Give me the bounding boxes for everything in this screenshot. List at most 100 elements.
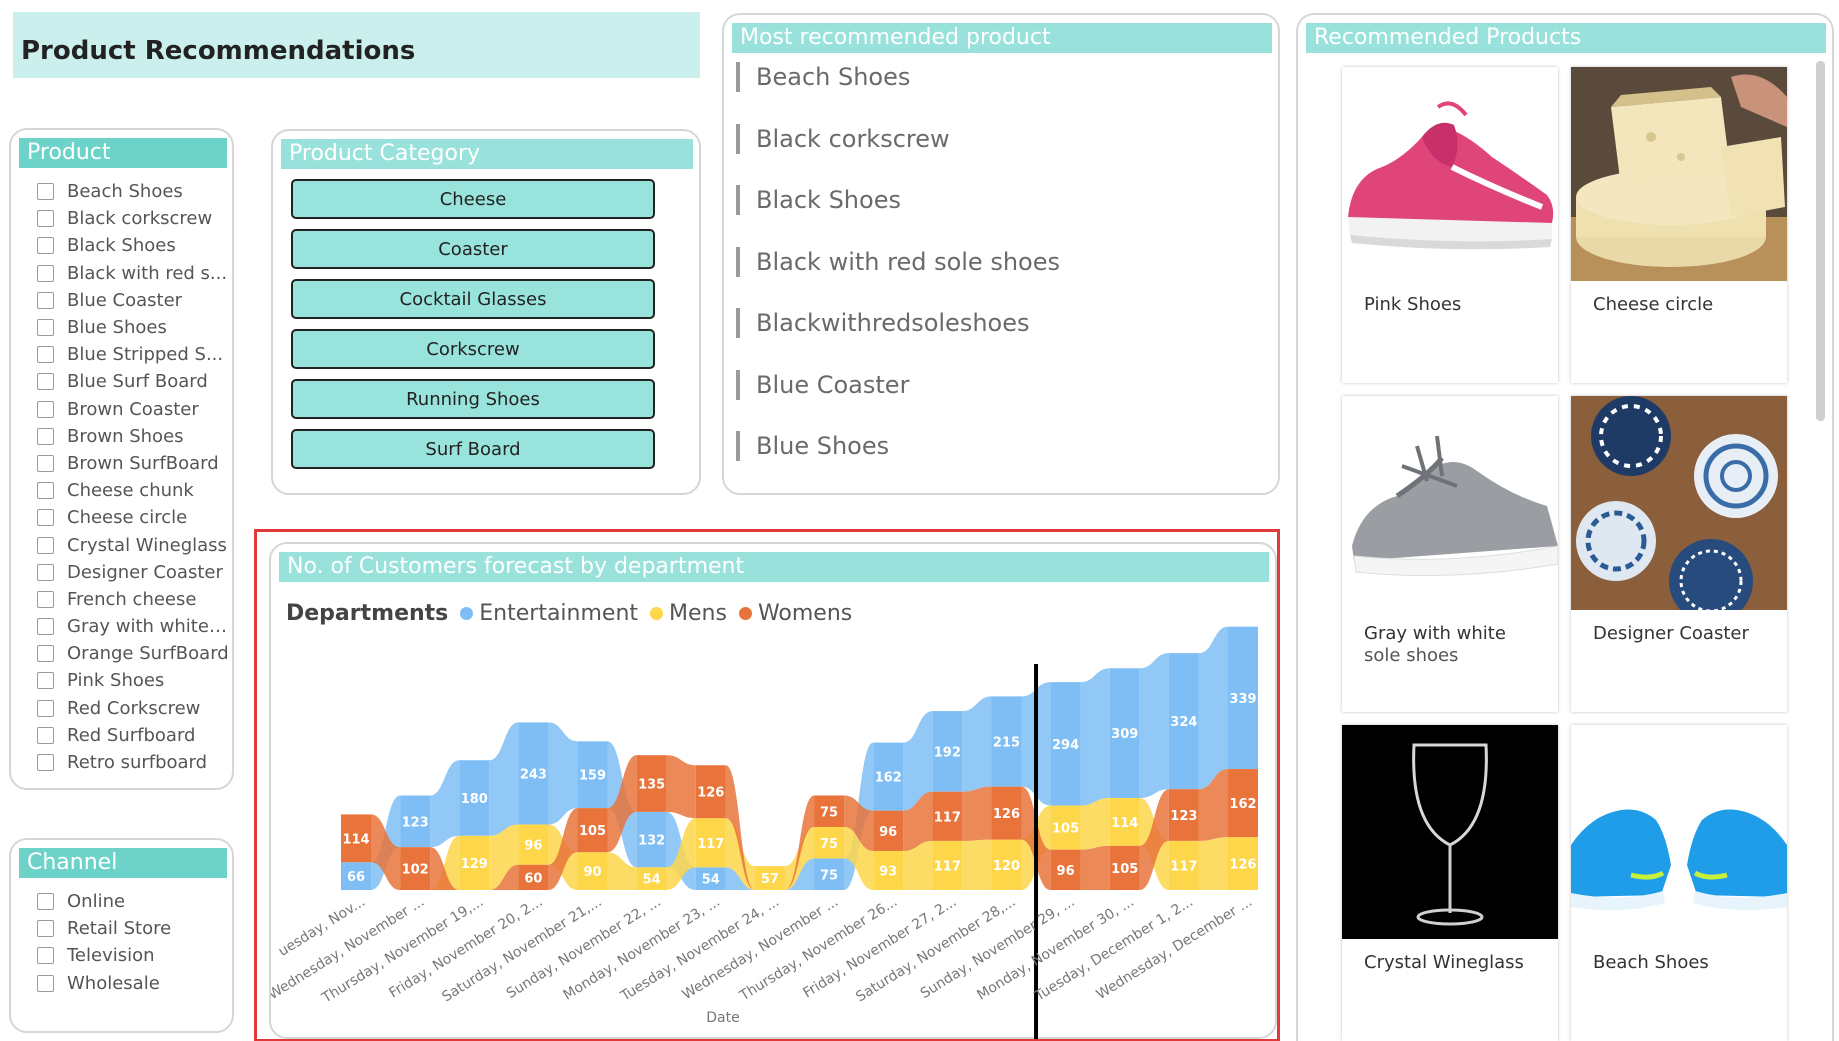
product-slicer-item[interactable]: Red Surfboard [37,722,229,749]
checkbox-icon[interactable] [37,974,54,992]
checkbox-icon[interactable] [37,672,54,690]
product-slicer-item[interactable]: Brown Shoes [37,423,229,450]
product-slicer-item[interactable]: Blue Stripped S... [37,341,229,368]
data-label: 294 [1052,738,1079,753]
product-slicer-item[interactable]: Brown Coaster [37,396,229,423]
checkbox-icon[interactable] [37,645,54,663]
checkbox-icon[interactable] [37,947,54,965]
ribbon-mens-12[interactable] [1080,798,1110,850]
slicer-item-label: French cheese [67,588,197,610]
customers-forecast-chart[interactable]: No. of Customers forecast by department … [269,542,1277,1039]
product-slicer-item[interactable]: Black corkscrew [37,205,229,232]
ribbon-entertainment-13[interactable] [1139,653,1169,799]
category-button[interactable]: Corkscrew [291,329,655,369]
data-label: 129 [461,857,488,872]
product-slicer-item[interactable]: Blue Coaster [37,287,229,314]
recommended-products-header: Recommended Products [1306,23,1826,53]
data-label: 105 [1052,822,1079,837]
ribbon-womens-10[interactable] [962,786,992,841]
product-card-beach-shoes[interactable]: Beach Shoes [1571,725,1787,1041]
product-slicer-item[interactable]: Cheese chunk [37,477,229,504]
most-recommended-item[interactable]: Beach Shoes [736,62,910,92]
product-slicer-item[interactable]: Black with red s... [37,260,229,287]
ribbon-mens-10[interactable] [962,839,992,890]
checkbox-icon[interactable] [37,346,54,364]
checkbox-icon[interactable] [37,183,54,201]
product-card-cheese-circle[interactable]: Cheese circle [1571,67,1787,383]
most-recommended-item[interactable]: Black with red sole shoes [736,246,1060,277]
data-label: 117 [697,837,724,852]
checkbox-icon[interactable] [37,210,54,228]
checkbox-icon[interactable] [37,920,54,938]
data-label: 96 [1057,864,1075,879]
ribbon-entertainment-14[interactable] [1198,626,1228,790]
category-button[interactable]: Coaster [291,229,655,269]
product-slicer-list[interactable]: Beach Shoes Black corkscrew Black Shoes Bla… [37,178,229,778]
ribbon-entertainment-12[interactable] [1080,668,1110,806]
product-slicer-item[interactable]: Beach Shoes [37,178,229,205]
checkbox-icon[interactable] [37,400,54,418]
product-slicer-item[interactable]: Black Shoes [37,232,229,259]
data-label: 126 [697,786,724,801]
most-recommended-item[interactable]: Black Shoes [736,185,901,215]
data-label: 66 [347,870,365,885]
ribbon-entertainment-2[interactable] [489,722,519,836]
checkbox-icon[interactable] [37,893,54,911]
product-slicer-item[interactable]: Cheese circle [37,504,229,531]
category-button[interactable]: Cheese [291,179,655,219]
product-slicer-item[interactable]: Blue Surf Board [37,368,229,395]
product-slicer-item[interactable]: Blue Shoes [37,314,229,341]
checkbox-icon[interactable] [37,264,54,282]
product-slicer-item[interactable]: French cheese [37,586,229,613]
ribbon-entertainment-1[interactable] [430,760,460,848]
slicer-item-label: Orange SurfBoard [67,643,229,665]
most-recommended-item[interactable]: Blue Shoes [736,431,889,461]
checkbox-icon[interactable] [37,590,54,608]
data-label: 123 [1170,809,1197,824]
checkbox-icon[interactable] [37,373,54,391]
product-slicer-item[interactable]: Retro surfboard [37,749,229,776]
checkbox-icon[interactable] [37,726,54,744]
channel-slicer-item[interactable]: Wholesale [37,970,229,997]
checkbox-icon[interactable] [37,509,54,527]
product-slicer-item[interactable]: Brown SurfBoard [37,450,229,477]
product-card-designer-coaster[interactable]: Designer Coaster [1571,396,1787,712]
category-button[interactable]: Running Shoes [291,379,655,419]
checkbox-icon[interactable] [37,319,54,337]
product-slicer-item[interactable]: Gray with white ... [37,613,229,640]
checkbox-icon[interactable] [37,291,54,309]
channel-slicer-item[interactable]: Television [37,942,229,969]
checkbox-icon[interactable] [37,536,54,554]
checkbox-icon[interactable] [37,482,54,500]
product-card-pink-shoes[interactable]: Pink Shoes [1342,67,1558,383]
product-slicer-item[interactable]: Red Corkscrew [37,695,229,722]
recommended-scrollbar[interactable] [1816,61,1825,421]
product-slicer-item[interactable]: Crystal Wineglass [37,531,229,558]
most-recommended-item[interactable]: Blue Coaster [736,369,909,400]
product-slicer-item[interactable]: Designer Coaster [37,559,229,586]
checkbox-icon[interactable] [37,454,54,472]
most-recommended-item[interactable]: Black corkscrew [736,123,950,154]
checkbox-icon[interactable] [37,699,54,717]
ribbon-entertainment-3[interactable] [548,722,578,825]
data-label: 324 [1170,715,1197,730]
product-card-crystal-wineglass[interactable]: Crystal Wineglass [1342,725,1558,1041]
checkbox-icon[interactable] [37,618,54,636]
product-slicer-item[interactable]: Orange SurfBoard [37,640,229,667]
channel-slicer-item[interactable]: Online [37,888,229,915]
category-button[interactable]: Cocktail Glasses [291,279,655,319]
ribbon-mens-14[interactable] [1198,837,1228,890]
checkbox-icon[interactable] [37,754,54,772]
ribbon-womens-12[interactable] [1080,845,1110,890]
ribbon-entertainment-10[interactable] [962,696,992,792]
channel-slicer-list[interactable]: Online Retail Store Television Wholesale [37,888,229,1018]
checkbox-icon[interactable] [37,563,54,581]
checkbox-icon[interactable] [37,427,54,445]
ribbon-womens-5[interactable] [666,755,696,819]
category-button[interactable]: Surf Board [291,429,655,469]
checkbox-icon[interactable] [37,237,54,255]
product-slicer-item[interactable]: Pink Shoes [37,667,229,694]
product-card-gray-shoes[interactable]: Gray with white sole shoes [1342,396,1558,712]
most-recommended-item[interactable]: Blackwithredsoleshoes [736,308,1029,338]
channel-slicer-item[interactable]: Retail Store [37,915,229,942]
